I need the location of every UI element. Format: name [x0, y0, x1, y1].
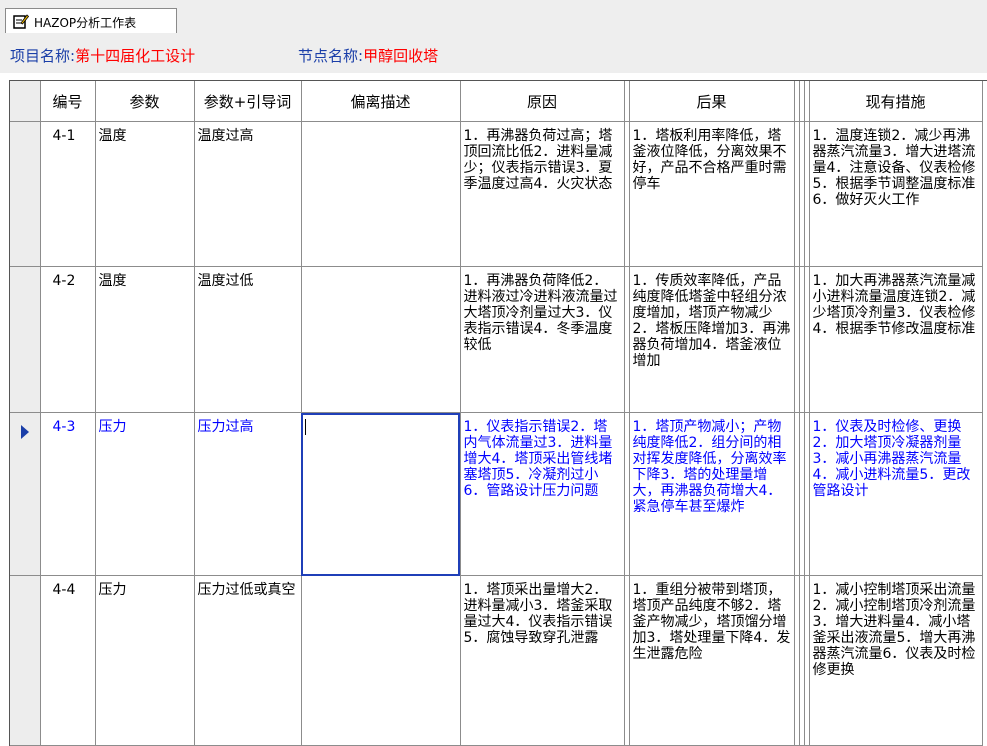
cell-consequence-text: 1．塔顶产物减小；产物纯度降低2．组分间的相对挥发度降低，分离效率下降3．塔的处…	[632, 419, 787, 515]
cell-cause[interactable]: 1．塔顶采出量增大2．进料量减小3．塔釜采取量过大4．仪表指示错误5．腐蚀导致穿…	[460, 575, 625, 746]
table-row-current[interactable]: 4-3 压力 压力过高 1．仪表指示错误2．塔内气体流量过3．进料量增大4．塔顶…	[10, 412, 983, 576]
cell-param[interactable]: 温度	[95, 121, 195, 267]
node-value: 甲醇回收塔	[363, 47, 439, 65]
cell-param-text: 压力	[98, 419, 127, 435]
cell-param-text: 温度	[98, 273, 127, 289]
cell-consequence-text: 1．塔板利用率降低，塔釜液位降低，分离效果不好，产品不合格严重时需停车	[632, 128, 787, 192]
cell-measures-text: 1．仪表及时检修、更换2．加大塔顶冷凝器剂量3．减小再沸器蒸汽流量4．减小进料流…	[812, 419, 971, 499]
header-param-guide[interactable]: 参数+引导词	[194, 81, 302, 122]
cell-cause[interactable]: 1．再沸器负荷过高；塔顶回流比低2．进料量减少；仪表指示错误3．夏季温度过高4．…	[460, 121, 625, 267]
node-label: 节点名称:	[298, 47, 364, 65]
header-row: 编号 参数 参数+引导词 偏离描述 原因 后果 现有措施	[10, 81, 983, 122]
text-caret	[304, 419, 306, 435]
cell-measures[interactable]: 1．减小控制塔顶采出流量2．减小控制塔顶冷剂流量3．增大进料量4．减小塔釜采出液…	[809, 575, 983, 746]
header-deviation[interactable]: 偏离描述	[301, 81, 461, 122]
cell-id-text: 4-3	[52, 419, 76, 435]
cell-consequence[interactable]: 1．塔板利用率降低，塔釜液位降低，分离效果不好，产品不合格严重时需停车	[629, 121, 795, 267]
cell-cause-text: 1．塔顶采出量增大2．进料量减小3．塔釜采取量过大4．仪表指示错误5．腐蚀导致穿…	[463, 582, 613, 646]
cell-deviation-text	[302, 122, 460, 128]
cell-deviation-text	[302, 267, 460, 273]
cell-param-guide-text: 温度过低	[197, 273, 254, 289]
cell-param-text: 压力	[98, 582, 127, 598]
header-cause[interactable]: 原因	[460, 81, 625, 122]
cell-measures[interactable]: 1．温度连锁2．减少再沸器蒸汽流量3．增大进塔流量4．注意设备、仪表检修5．根据…	[809, 121, 983, 267]
cell-consequence[interactable]: 1．塔顶产物减小；产物纯度降低2．组分间的相对挥发度降低，分离效率下降3．塔的处…	[629, 412, 795, 576]
header-measures[interactable]: 现有措施	[809, 81, 983, 122]
edit-form-icon	[13, 13, 30, 29]
row-selector-current[interactable]	[10, 412, 41, 576]
cell-param[interactable]: 压力	[95, 412, 195, 576]
cell-param-guide-text: 压力过高	[197, 419, 254, 435]
cell-param-guide[interactable]: 压力过高	[194, 412, 302, 576]
tab-hazop-worksheet[interactable]: HAZOP分析工作表	[5, 8, 177, 34]
table-row[interactable]: 4-1 温度 温度过高 1．再沸器负荷过高；塔顶回流比低2．进料量减少；仪表指示…	[10, 121, 983, 267]
cell-param-guide-text: 温度过高	[197, 128, 254, 144]
cell-param[interactable]: 压力	[95, 575, 195, 746]
cell-id-text: 4-4	[52, 582, 76, 598]
project-label: 项目名称:	[10, 47, 76, 65]
cell-param-guide[interactable]: 温度过低	[194, 266, 302, 413]
cell-measures-text: 1．减小控制塔顶采出流量2．减小控制塔顶冷剂流量3．增大进料量4．减小塔釜采出液…	[812, 582, 976, 678]
cell-consequence[interactable]: 1．重组分被带到塔顶，塔顶产品纯度不够2．塔釜产物减少，塔顶馏分增加3．塔处理量…	[629, 575, 795, 746]
cell-consequence[interactable]: 1．传质效率降低，产品纯度降低塔釜中轻组分浓度增加，塔顶产物减少2．塔板压降增加…	[629, 266, 795, 413]
cell-deviation-editing[interactable]	[301, 412, 461, 576]
cell-measures-text: 1．温度连锁2．减少再沸器蒸汽流量3．增大进塔流量4．注意设备、仪表检修5．根据…	[812, 128, 976, 208]
cell-param-guide[interactable]: 温度过高	[194, 121, 302, 267]
cell-cause-text: 1．再沸器负荷过高；塔顶回流比低2．进料量减少；仪表指示错误3．夏季温度过高4．…	[463, 128, 613, 192]
project-value: 第十四届化工设计	[75, 47, 196, 65]
cell-param-text: 温度	[98, 128, 127, 144]
cell-measures[interactable]: 1．加大再沸器蒸汽流量减小进料流量温度连锁2．减少塔顶冷剂量3．仪表检修4．根据…	[809, 266, 983, 413]
node-info: 节点名称:甲醇回收塔	[298, 45, 438, 66]
tab-strip: HAZOP分析工作表	[0, 0, 987, 34]
hazop-worksheet-grid: 编号 参数 参数+引导词 偏离描述 原因 后果 现有措施 4-1 温度 温度过高…	[9, 80, 987, 746]
cell-deviation[interactable]	[301, 266, 461, 413]
tab-label: HAZOP分析工作表	[34, 16, 137, 30]
cell-id[interactable]: 4-4	[40, 575, 96, 746]
cell-consequence-text: 1．传质效率降低，产品纯度降低塔釜中轻组分浓度增加，塔顶产物减少2．塔板压降增加…	[632, 273, 791, 369]
cell-id[interactable]: 4-1	[40, 121, 96, 267]
cell-measures[interactable]: 1．仪表及时检修、更换2．加大塔顶冷凝器剂量3．减小再沸器蒸汽流量4．减小进料流…	[809, 412, 983, 576]
cell-cause[interactable]: 1．仪表指示错误2．塔内气体流量过3．进料量增大4．塔顶采出管线堵塞塔顶5．冷凝…	[460, 412, 625, 576]
cell-deviation[interactable]	[301, 121, 461, 267]
row-selector[interactable]	[10, 575, 41, 746]
cell-consequence-text: 1．重组分被带到塔顶，塔顶产品纯度不够2．塔釜产物减少，塔顶馏分增加3．塔处理量…	[632, 582, 791, 662]
cell-id-text: 4-2	[52, 273, 76, 289]
row-selector[interactable]	[10, 121, 41, 267]
cell-measures-text: 1．加大再沸器蒸汽流量减小进料流量温度连锁2．减少塔顶冷剂量3．仪表检修4．根据…	[812, 273, 976, 337]
table-row[interactable]: 4-4 压力 压力过低或真空 1．塔顶采出量增大2．进料量减小3．塔釜采取量过大…	[10, 575, 983, 746]
cell-param-guide-text: 压力过低或真空	[197, 582, 296, 598]
cell-id-text: 4-1	[52, 128, 76, 144]
cell-param[interactable]: 温度	[95, 266, 195, 413]
cell-id[interactable]: 4-3	[40, 412, 96, 576]
row-selector[interactable]	[10, 266, 41, 413]
cell-cause-text: 1．再沸器负荷降低2．进料液过冷进料液流量过大塔顶冷剂量过大3．仪表指示错误4．…	[463, 273, 618, 353]
header-param[interactable]: 参数	[95, 81, 195, 122]
info-bar: 项目名称:第十四届化工设计 节点名称:甲醇回收塔	[0, 33, 987, 73]
current-row-arrow-icon	[21, 425, 29, 439]
project-info: 项目名称:第十四届化工设计	[10, 45, 195, 66]
table-row[interactable]: 4-2 温度 温度过低 1．再沸器负荷降低2．进料液过冷进料液流量过大塔顶冷剂量…	[10, 266, 983, 413]
cell-cause[interactable]: 1．再沸器负荷降低2．进料液过冷进料液流量过大塔顶冷剂量过大3．仪表指示错误4．…	[460, 266, 625, 413]
select-all-corner[interactable]	[10, 81, 41, 122]
header-id[interactable]: 编号	[40, 81, 96, 122]
cell-param-guide[interactable]: 压力过低或真空	[194, 575, 302, 746]
cell-cause-text: 1．仪表指示错误2．塔内气体流量过3．进料量增大4．塔顶采出管线堵塞塔顶5．冷凝…	[463, 419, 613, 499]
cell-id[interactable]: 4-2	[40, 266, 96, 413]
header-consequence[interactable]: 后果	[629, 81, 795, 122]
cell-deviation[interactable]	[301, 575, 461, 746]
cell-deviation-text	[302, 576, 460, 582]
